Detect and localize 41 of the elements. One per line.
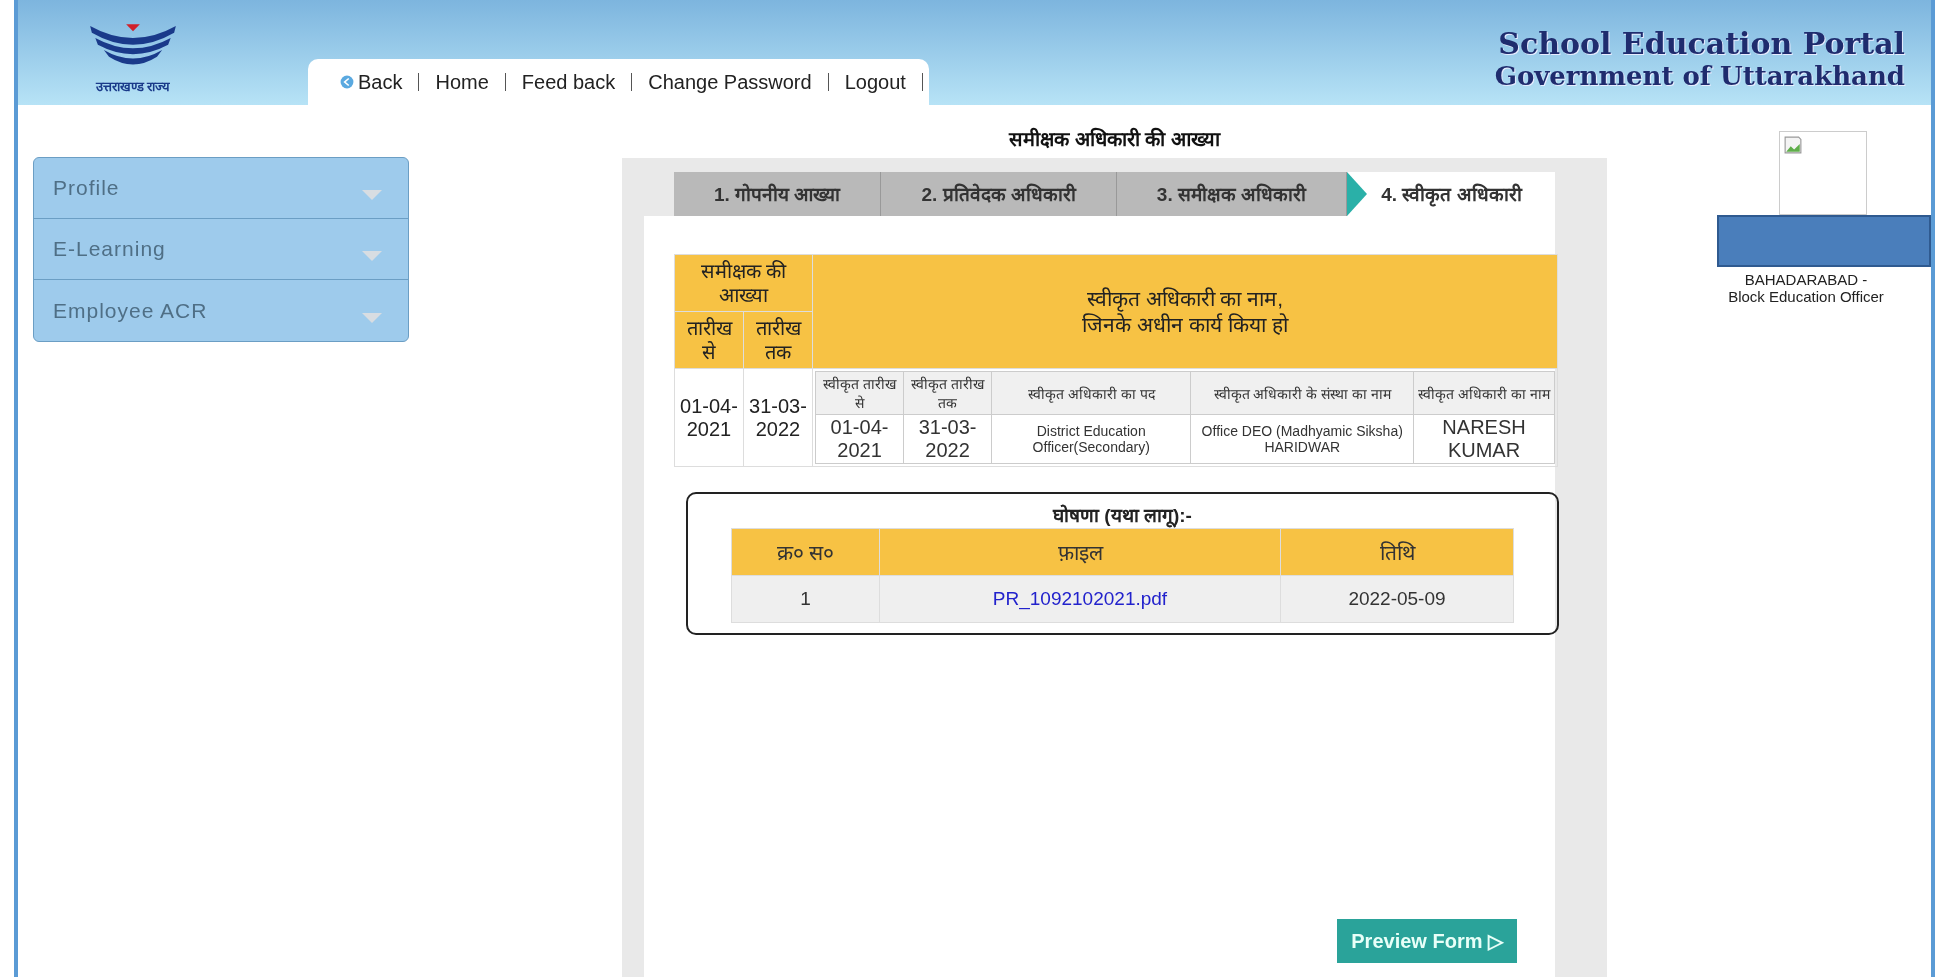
column-header: स्वीकृत तारीख तक [903, 371, 992, 415]
step-tab[interactable]: 2. प्रतिवेदक अधिकारी [881, 172, 1117, 216]
file-link[interactable]: PR_1092102021.pdf [992, 588, 1168, 609]
column-header: क्र० स० [731, 528, 880, 576]
nav-link[interactable]: Home [419, 70, 505, 94]
column-header: स्वीकृत अधिकारी का नाम [1413, 371, 1555, 415]
column-header: स्वीकृत अधिकारी का पद [991, 371, 1191, 415]
profile-designation: BAHADARABAD - Block Education Officer [1728, 271, 1884, 305]
portal-subtitle: Government of Uttarakhand [1494, 61, 1905, 91]
caret-icon [362, 312, 382, 323]
column-header: स्वीकृत तारीख से [815, 371, 904, 415]
caret-icon [362, 251, 382, 261]
nav-link[interactable]: Change Password [632, 70, 828, 94]
table-cell: 01-04-2021 [815, 414, 904, 464]
table-cell: District Education Officer(Secondary) [991, 414, 1191, 464]
column-header: तारीख तक [743, 311, 813, 369]
logo-caption: उत्तराखण्ड राज्य [95, 78, 171, 95]
nav-link[interactable]: Feed back [505, 70, 632, 94]
table-cell: NARESH KUMAR [1413, 414, 1555, 464]
broken-image-icon [1784, 136, 1802, 154]
table-cell: 2022-05-09 [1280, 575, 1514, 623]
page-title: समीक्षक अधिकारी की आख्या [1007, 126, 1222, 152]
column-header: तारीख से [674, 311, 744, 369]
back-link[interactable]: Back [324, 70, 419, 94]
caret-icon [362, 190, 382, 200]
portal-title: School Education Portal [1497, 26, 1905, 61]
table-cell: 31-03-2022 [903, 414, 992, 464]
column-header: स्वीकृत अधिकारी का नाम, जिनके अधीन कार्य किया हो [812, 254, 1558, 369]
step-tab[interactable]: 1. गोपनीय आख्या [674, 172, 882, 216]
step-tab[interactable]: 4. स्वीकृत अधिकारी [1367, 172, 1555, 216]
column-header: तिथि [1280, 528, 1514, 576]
column-header: समीक्षक की आख्या [674, 254, 813, 312]
table-cell: 01-04-2021 [674, 368, 744, 467]
table-cell: Office DEO (Madhyamic Siksha) HARIDWAR [1190, 414, 1414, 464]
declaration-title: घोषणा (यथा लागू):- [1053, 503, 1192, 528]
column-header: स्वीकृत अधिकारी के संस्था का नाम [1190, 371, 1414, 415]
table-cell: 1 [731, 575, 880, 623]
step-tab[interactable]: 3. समीक्षक अधिकारी [1116, 172, 1348, 216]
column-header: फ़ाइल [879, 528, 1281, 576]
table-cell: 31-03-2022 [743, 368, 813, 467]
nav-link[interactable]: Logout [828, 70, 922, 94]
